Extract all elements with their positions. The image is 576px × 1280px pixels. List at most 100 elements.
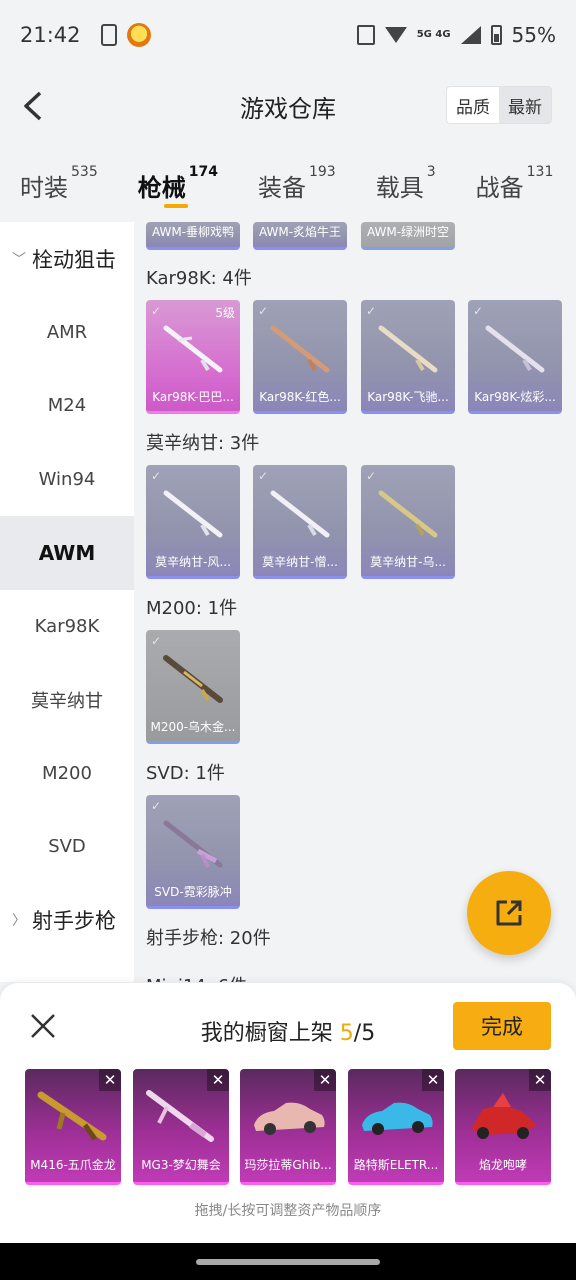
wifi-icon xyxy=(384,27,407,43)
tab-outfits[interactable]: 时装 535 xyxy=(20,150,98,220)
sniper-rifle-icon xyxy=(270,490,330,538)
weapon-name: Kar98K-巴巴... xyxy=(152,390,234,404)
reorder-hint: 拖拽/长按可调整资产物品顺序 xyxy=(194,1203,382,1219)
sidebar-item-svd[interactable]: SVD xyxy=(0,810,134,884)
sidebar-item-m200[interactable]: M200 xyxy=(0,737,134,811)
rifle-icon xyxy=(37,1091,107,1141)
weapon-name: Kar98K-炫彩... xyxy=(474,390,556,404)
chevron-right-icon: 〉 xyxy=(12,913,26,930)
battery-icon xyxy=(490,25,502,45)
showcase-slot[interactable]: ✕ MG3-梦幻舞会 xyxy=(133,1069,229,1185)
sidebar-item-win94[interactable]: Win94 xyxy=(0,443,134,517)
home-gesture-handle[interactable] xyxy=(196,1259,380,1265)
weapon-type-sidebar: ﹀ 栓动狙击 AMR M24 Win94 AWM Kar98K 莫辛纳甘 M20… xyxy=(0,222,134,982)
section-title: 莫辛纳甘: 3件 xyxy=(146,433,260,454)
share-button[interactable] xyxy=(467,871,551,955)
weapon-card[interactable]: ✓ Kar98K-红色... xyxy=(253,300,347,414)
section-title: 射手步枪: 20件 xyxy=(146,928,271,949)
section-title: Mini14: 6件 xyxy=(146,972,247,982)
tab-label: 装备 xyxy=(257,174,306,202)
back-button[interactable] xyxy=(14,86,54,126)
sort-toggle: 品质 最新 xyxy=(446,86,552,124)
weapon-name: SVD-霓彩脉冲 xyxy=(154,885,232,899)
showcase-slot[interactable]: ✕ 玛莎拉蒂Ghib... xyxy=(240,1069,336,1185)
weapon-card[interactable]: AWM-炙焰牛王 xyxy=(253,222,347,250)
sidebar-item-amr[interactable]: AMR xyxy=(0,296,134,370)
status-time: 21:42 xyxy=(20,23,81,47)
sidebar-item-bolt-action[interactable]: ﹀ 栓动狙击 xyxy=(0,222,134,296)
phone-sync-icon xyxy=(100,24,117,46)
showcase-slot[interactable]: ✕ 路特斯ELETR... xyxy=(348,1069,444,1185)
showcase-slot[interactable]: ✕ 焰龙咆哮 xyxy=(455,1069,551,1185)
status-bar: 21:42 5G 4G 55% xyxy=(0,0,576,70)
weapon-card[interactable]: ✓ 莫辛纳甘-乌... xyxy=(361,465,455,579)
weapon-card[interactable]: ✓ Kar98K-炫彩... xyxy=(468,300,562,414)
showcase-current-count: 5 xyxy=(339,1021,354,1046)
weapon-name: 莫辛纳甘-风... xyxy=(155,555,231,569)
nfc-icon xyxy=(356,25,375,45)
tab-count: 193 xyxy=(308,164,336,180)
weapon-name: 莫辛纳甘-乌... xyxy=(370,555,446,569)
sniper-rifle-icon xyxy=(378,490,438,538)
machine-gun-icon xyxy=(146,1090,214,1142)
sort-latest-option[interactable]: 最新 xyxy=(499,87,551,123)
category-tabs: 时装 535 枪械 174 装备 193 载具 3 战备 131 xyxy=(0,150,576,220)
sniper-rifle-icon xyxy=(378,325,438,373)
tab-count: 535 xyxy=(71,164,98,180)
sidebar-item-label: 栓动狙击 xyxy=(32,247,116,272)
done-button[interactable]: 完成 xyxy=(453,1002,551,1050)
showcase-sheet: 我的橱窗上架 5/5 完成 ✕ M416-五爪金龙 ✕ MG3-梦幻舞会 ✕ 玛… xyxy=(0,983,576,1243)
weapon-name: Kar98K-飞驰... xyxy=(367,390,449,404)
back-arrow-icon xyxy=(24,91,42,121)
showcase-item-name: 玛莎拉蒂Ghib... xyxy=(244,1158,332,1172)
tab-count: 174 xyxy=(188,164,218,180)
sidebar-item-m24[interactable]: M24 xyxy=(0,369,134,443)
tab-label: 载具 xyxy=(375,174,424,202)
tab-label: 战备 xyxy=(475,174,524,202)
weapon-name: AWM-绿洲时空 xyxy=(366,225,450,239)
weapon-card[interactable]: ✓ 莫辛纳甘-风... xyxy=(146,465,240,579)
sidebar-item-kar98k[interactable]: Kar98K xyxy=(0,590,134,664)
tab-combat-gear[interactable]: 战备 131 xyxy=(476,150,554,220)
page-title: 游戏仓库 xyxy=(240,94,336,123)
sniper-rifle-icon xyxy=(163,655,223,703)
active-tab-indicator xyxy=(163,204,188,208)
showcase-item-name: MG3-梦幻舞会 xyxy=(141,1158,221,1172)
page-header: 游戏仓库 品质 最新 xyxy=(0,70,576,142)
weapon-card[interactable]: ✓ 5级 Kar98K-巴巴... xyxy=(146,300,240,414)
tab-guns[interactable]: 枪械 174 xyxy=(138,150,218,220)
showcase-item-name: 路特斯ELETR... xyxy=(353,1158,439,1172)
tab-count: 131 xyxy=(526,164,554,180)
app-notification-icon xyxy=(126,23,151,47)
tab-label: 时装 xyxy=(20,174,68,202)
network-type: 5G 4G xyxy=(416,29,451,40)
showcase-item-name: 焰龙咆哮 xyxy=(478,1158,527,1172)
sidebar-item-marksman[interactable]: 〉 射手步枪 xyxy=(0,884,134,958)
weapon-card[interactable]: ✓ Kar98K-飞驰... xyxy=(361,300,455,414)
tab-label: 枪械 xyxy=(137,174,186,202)
weapon-card[interactable]: AWM-绿洲时空 xyxy=(361,222,455,250)
section-title: M200: 1件 xyxy=(146,598,238,619)
tab-vehicles[interactable]: 载具 3 xyxy=(376,150,436,220)
showcase-title-text: 我的橱窗上架 xyxy=(200,1021,333,1046)
weapon-name: AWM-垂柳戏鸭 xyxy=(151,225,235,239)
weapon-card[interactable]: AWM-垂柳戏鸭 xyxy=(146,222,240,250)
sidebar-item-awm[interactable]: AWM xyxy=(0,516,134,590)
share-export-icon xyxy=(496,900,522,926)
system-nav-bar xyxy=(0,1243,576,1280)
showcase-slot[interactable]: ✕ M416-五爪金龙 xyxy=(25,1069,121,1185)
chevron-down-icon: ﹀ xyxy=(12,251,26,268)
sidebar-item-label: 射手步枪 xyxy=(32,909,116,934)
section-title: SVD: 1件 xyxy=(146,763,225,784)
sniper-rifle-icon xyxy=(163,325,223,373)
weapon-card[interactable]: ✓ SVD-霓彩脉冲 xyxy=(146,795,240,909)
sidebar-item-mosin[interactable]: 莫辛纳甘 xyxy=(0,663,134,737)
showcase-total-count: /5 xyxy=(353,1021,376,1046)
sort-quality-option[interactable]: 品质 xyxy=(447,87,499,123)
showcase-item-name: M416-五爪金龙 xyxy=(30,1158,116,1172)
tab-equipment[interactable]: 装备 193 xyxy=(258,150,336,220)
sniper-rifle-icon xyxy=(163,820,223,868)
weapon-card[interactable]: ✓ 莫辛纳甘-憎... xyxy=(253,465,347,579)
weapon-card[interactable]: ✓ M200-乌木金... xyxy=(146,630,240,744)
car-icon xyxy=(254,1102,325,1135)
